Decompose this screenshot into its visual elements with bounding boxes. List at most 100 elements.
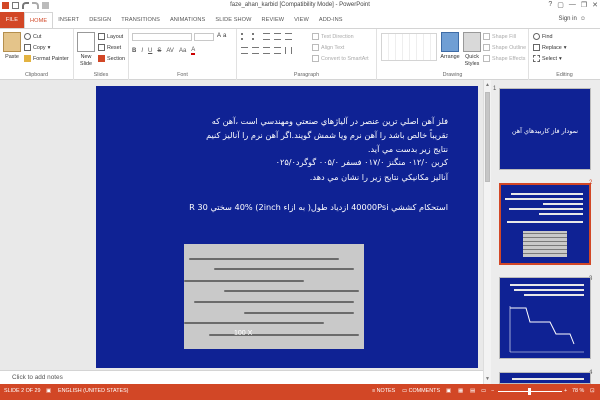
cut-label: Cut: [33, 33, 42, 40]
notes-pane[interactable]: Click to add notes: [0, 370, 483, 384]
tab-review[interactable]: REVIEW: [257, 12, 290, 28]
align-text-button[interactable]: Align Text: [312, 44, 344, 51]
layout-label: Layout: [107, 33, 124, 40]
slide-thumbnail-2[interactable]: [499, 183, 591, 265]
clipboard-group: Paste Cut Copy ▾ Format Painter Clipboar…: [0, 29, 74, 80]
zoom-level[interactable]: 78 %: [572, 388, 584, 394]
fit-slide-icon[interactable]: ⊡: [590, 388, 595, 394]
slide-show-icon[interactable]: ▭: [481, 388, 486, 394]
align-right-icon[interactable]: [263, 47, 270, 54]
sign-in[interactable]: Sign in ☺: [559, 16, 587, 22]
text-direction-icon: [312, 33, 319, 40]
tab-slide-show[interactable]: SLIDE SHOW: [210, 12, 256, 28]
tab-add-ins[interactable]: ADD-INS: [314, 12, 348, 28]
tab-transitions[interactable]: TRANSITIONS: [116, 12, 165, 28]
line-spacing-icon[interactable]: [285, 33, 292, 40]
tab-insert[interactable]: INSERT: [53, 12, 84, 28]
new-slide-button[interactable]: New Slide: [76, 32, 96, 67]
scroll-down-icon[interactable]: ▼: [485, 376, 490, 382]
zoom-out-icon[interactable]: −: [491, 388, 494, 394]
columns-icon[interactable]: [285, 47, 292, 54]
format-painter-label: Format Painter: [33, 55, 69, 62]
numbering-icon[interactable]: [252, 33, 259, 40]
font-color-icon[interactable]: A: [191, 47, 196, 55]
layout-button[interactable]: Layout: [98, 33, 123, 40]
align-left-icon[interactable]: [241, 47, 248, 54]
reading-view-icon[interactable]: ▤: [470, 388, 475, 394]
zoom-in-icon[interactable]: +: [564, 388, 567, 394]
title-bar: faze_ahan_karbid [Compatibility Mode] - …: [0, 0, 600, 12]
change-case-icon[interactable]: Aa: [179, 48, 186, 54]
slide-text-line[interactable]: آناليز مكانيكي نتايج زير را نشان مي دهد.: [310, 172, 448, 182]
smiley-feedback-icon[interactable]: ☺: [580, 16, 586, 22]
comments-button[interactable]: ▭ COMMENTS: [402, 388, 440, 394]
status-bar: SLIDE 2 OF 29 ▣ ENGLISH (UNITED STATES) …: [0, 384, 600, 400]
current-slide[interactable]: فلز آهن اصلي ترين عنصر در آلياژهاي صنعتي…: [96, 86, 478, 368]
slide-text-line[interactable]: فلز آهن اصلي ترين عنصر در آلياژهاي صنعتي…: [212, 116, 448, 126]
slide-text-line[interactable]: كربن ۰۱۲/۰ منگنز ۰۱۷/۰ فسفر ۰۰۵/۰ گوگرد۰…: [276, 157, 448, 167]
strikethrough-icon[interactable]: S: [157, 48, 161, 54]
section-button[interactable]: Section: [98, 55, 125, 62]
shrink-font-icon[interactable]: a: [223, 33, 226, 39]
grow-font-icon[interactable]: A: [217, 33, 221, 39]
char-spacing-icon[interactable]: AV: [166, 48, 174, 54]
help-button[interactable]: ?: [548, 1, 552, 9]
cut-button[interactable]: Cut: [24, 33, 41, 40]
notes-button[interactable]: ≡ NOTES: [372, 388, 395, 394]
photo-streak: [224, 290, 359, 292]
slide-text-line[interactable]: نتايج زير بدست مي آيد.: [368, 144, 448, 154]
tab-file[interactable]: FILE: [0, 12, 24, 28]
justify-icon[interactable]: [274, 47, 281, 54]
restore-button[interactable]: ❐: [581, 1, 587, 9]
replace-button[interactable]: Replace ▾: [533, 44, 567, 51]
tab-home[interactable]: HOME: [24, 12, 54, 28]
zoom-slider-handle[interactable]: [528, 388, 531, 395]
italic-icon[interactable]: I: [141, 48, 143, 54]
spellcheck-icon[interactable]: ▣: [46, 388, 51, 394]
language-indicator[interactable]: ENGLISH (UNITED STATES): [58, 388, 128, 394]
ribbon-options-icon[interactable]: ▢: [557, 1, 564, 9]
arrange-button[interactable]: Arrange: [440, 32, 460, 61]
scroll-up-icon[interactable]: ▲: [485, 82, 490, 88]
underline-icon[interactable]: U: [148, 48, 152, 54]
convert-smartart-button[interactable]: Convert to SmartArt: [312, 55, 369, 62]
shape-effects-button[interactable]: Shape Effects: [483, 55, 525, 62]
font-size-field[interactable]: [194, 33, 214, 41]
minimize-button[interactable]: —: [569, 1, 576, 9]
find-button[interactable]: Find: [533, 33, 553, 40]
shapes-gallery[interactable]: [381, 33, 437, 61]
tab-view[interactable]: VIEW: [289, 12, 314, 28]
slide-thumbnail-1[interactable]: نمودار فاز كاربيدهاي آهن: [499, 88, 591, 170]
format-painter-button[interactable]: Format Painter: [24, 55, 69, 62]
select-button[interactable]: Select ▾: [533, 55, 562, 62]
normal-view-icon[interactable]: ▣: [446, 388, 451, 394]
copy-button[interactable]: Copy ▾: [24, 44, 50, 51]
font-name-field[interactable]: [132, 33, 192, 41]
microstructure-photo[interactable]: 100 X: [184, 244, 364, 349]
slide-sorter-icon[interactable]: ▦: [458, 388, 463, 394]
font-group: A a B I U S AV Aa A Font: [129, 29, 237, 80]
shape-outline-button[interactable]: Shape Outline: [483, 44, 526, 51]
paste-button[interactable]: Paste: [3, 32, 21, 61]
increase-indent-icon[interactable]: [274, 33, 281, 40]
slide-text-line[interactable]: استحكام كششي 40000Psi ازدياد طول( به ازا…: [189, 202, 448, 212]
reset-button[interactable]: Reset: [98, 44, 121, 51]
slide-text-line[interactable]: تقريباً خالص باشد را آهن نرم ويا شمش گوي…: [206, 130, 448, 140]
bold-icon[interactable]: B: [132, 48, 136, 54]
slide-scrollbar[interactable]: ▲ ▼: [483, 80, 491, 384]
slide-thumbnail-4[interactable]: [499, 372, 591, 384]
copy-icon: [24, 44, 31, 51]
tab-animations[interactable]: ANIMATIONS: [165, 12, 210, 28]
slide-thumbnail-3[interactable]: [499, 277, 591, 359]
tab-design[interactable]: DESIGN: [84, 12, 116, 28]
thumbnail-number: 1: [493, 86, 497, 92]
align-center-icon[interactable]: [252, 47, 259, 54]
quick-styles-button[interactable]: Quick Styles: [463, 32, 481, 67]
shape-fill-button[interactable]: Shape Fill: [483, 33, 516, 40]
paste-label: Paste: [5, 54, 19, 60]
bullets-icon[interactable]: [241, 33, 248, 40]
close-button[interactable]: ✕: [592, 1, 598, 9]
decrease-indent-icon[interactable]: [263, 33, 270, 40]
scrollbar-thumb[interactable]: [485, 92, 490, 182]
text-direction-button[interactable]: Text Direction: [312, 33, 354, 40]
